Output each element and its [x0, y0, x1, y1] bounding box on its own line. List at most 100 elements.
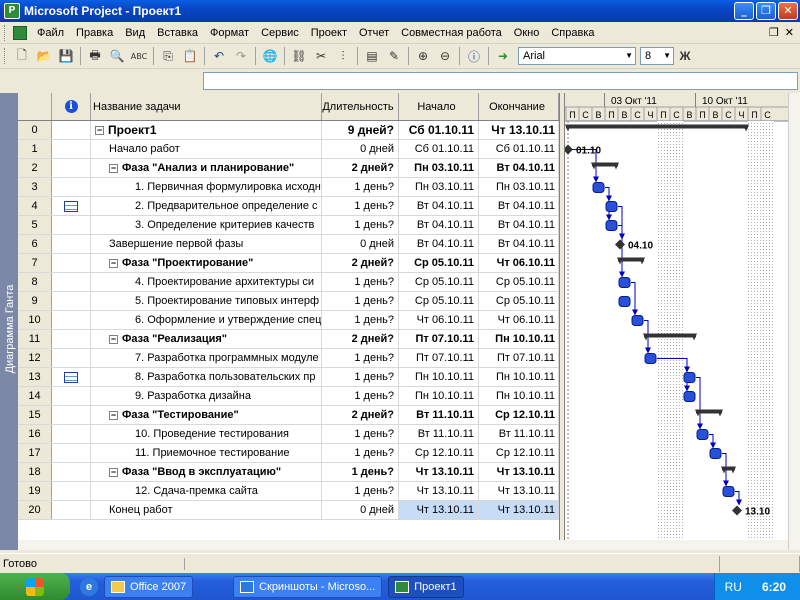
start-cell[interactable]: Пн 03.10.11: [399, 159, 479, 177]
table-row[interactable]: 17 11. Приемочное тестирование 1 день? Ср 1…: [18, 444, 559, 463]
print-preview-icon[interactable]: 🔍: [106, 45, 128, 67]
duration-cell[interactable]: 2 дней?: [322, 159, 399, 177]
start-cell[interactable]: Чт 13.10.11: [399, 501, 479, 519]
taskbar-button-screenshots[interactable]: Скриншоты - Microso...: [233, 575, 383, 598]
indicator-cell[interactable]: [52, 273, 91, 291]
task-bar[interactable]: [722, 486, 735, 497]
indicator-cell[interactable]: [52, 368, 91, 386]
finish-cell[interactable]: Ср 05.10.11: [479, 292, 559, 310]
collapse-toggle[interactable]: −: [109, 163, 118, 173]
menu-tools[interactable]: Сервис: [255, 25, 305, 41]
indicator-cell[interactable]: [52, 463, 91, 481]
start-cell[interactable]: Пт 07.10.11: [399, 349, 479, 367]
row-id[interactable]: 13: [18, 368, 52, 386]
header-start[interactable]: Начало: [399, 93, 479, 120]
indicator-cell[interactable]: [52, 159, 91, 177]
duration-cell[interactable]: 2 дней?: [322, 406, 399, 424]
task-name-cell[interactable]: − Проект1: [91, 121, 322, 139]
menu-edit[interactable]: Правка: [70, 25, 119, 41]
duration-cell[interactable]: 1 день?: [322, 216, 399, 234]
restore-button[interactable]: ❐: [756, 2, 776, 20]
finish-cell[interactable]: Чт 13.10.11: [479, 463, 559, 481]
row-id[interactable]: 16: [18, 425, 52, 443]
indicator-cell[interactable]: [52, 140, 91, 158]
table-row[interactable]: 4 2. Предварительное определение с 1 день?…: [18, 197, 559, 216]
header-duration[interactable]: Длительность: [322, 93, 399, 120]
finish-cell[interactable]: Чт 06.10.11: [479, 254, 559, 272]
finish-cell[interactable]: Вт 04.10.11: [479, 235, 559, 253]
row-id[interactable]: 1: [18, 140, 52, 158]
task-bar[interactable]: [618, 296, 631, 307]
task-bar[interactable]: [683, 372, 696, 383]
collapse-toggle[interactable]: −: [109, 258, 118, 268]
duration-cell[interactable]: 1 день?: [322, 349, 399, 367]
table-row[interactable]: 2− Фаза "Анализ и планирование" 2 дней? Пн …: [18, 159, 559, 178]
open-icon[interactable]: 📂: [33, 45, 55, 67]
indicator-cell[interactable]: [52, 387, 91, 405]
finish-cell[interactable]: Чт 13.10.11: [479, 482, 559, 500]
row-id[interactable]: 7: [18, 254, 52, 272]
menu-help[interactable]: Справка: [545, 25, 600, 41]
indicator-cell[interactable]: [52, 444, 91, 462]
notes-icon[interactable]: [64, 200, 78, 212]
start-cell[interactable]: Ср 05.10.11: [399, 254, 479, 272]
start-cell[interactable]: Вт 04.10.11: [399, 197, 479, 215]
table-row[interactable]: 13 8. Разработка пользовательских пр 1 ден…: [18, 368, 559, 387]
table-row[interactable]: 5 3. Определение критериев качеств 1 день?…: [18, 216, 559, 235]
table-row[interactable]: 15− Фаза "Тестирование" 2 дней? Вт 11.10.11…: [18, 406, 559, 425]
row-id[interactable]: 3: [18, 178, 52, 196]
task-bar[interactable]: [592, 182, 605, 193]
view-bar[interactable]: Диаграмма Ганта: [0, 93, 18, 550]
table-row[interactable]: 12 7. Разработка программных модуле 1 день…: [18, 349, 559, 368]
row-id[interactable]: 15: [18, 406, 52, 424]
collapse-toggle[interactable]: −: [95, 126, 104, 136]
task-name-cell[interactable]: 12. Сдача-премка сайта: [91, 482, 322, 500]
task-name-cell[interactable]: − Фаза "Проектирование": [91, 254, 322, 272]
menu-report[interactable]: Отчет: [353, 25, 395, 41]
finish-cell[interactable]: Ср 12.10.11: [479, 406, 559, 424]
row-id[interactable]: 20: [18, 501, 52, 519]
table-row[interactable]: 16 10. Проведение тестирования 1 день? Вт 1…: [18, 425, 559, 444]
finish-cell[interactable]: Ср 12.10.11: [479, 444, 559, 462]
duration-cell[interactable]: 1 день?: [322, 292, 399, 310]
entry-field[interactable]: [203, 72, 798, 90]
row-id[interactable]: 19: [18, 482, 52, 500]
indicator-cell[interactable]: [52, 501, 91, 519]
start-cell[interactable]: Пн 10.10.11: [399, 387, 479, 405]
language-indicator[interactable]: RU: [725, 580, 742, 594]
header-select-all[interactable]: [18, 93, 52, 120]
row-id[interactable]: 6: [18, 235, 52, 253]
duration-cell[interactable]: 1 день?: [322, 444, 399, 462]
start-cell[interactable]: Ср 12.10.11: [399, 444, 479, 462]
row-id[interactable]: 2: [18, 159, 52, 177]
finish-cell[interactable]: Вт 11.10.11: [479, 425, 559, 443]
start-cell[interactable]: Сб 01.10.11: [399, 140, 479, 158]
row-id[interactable]: 17: [18, 444, 52, 462]
table-row[interactable]: 10 6. Оформление и утверждение спец 1 день…: [18, 311, 559, 330]
start-button[interactable]: [0, 573, 70, 600]
table-row[interactable]: 8 4. Проектирование архитектуры си 1 день?…: [18, 273, 559, 292]
table-row[interactable]: 14 9. Разработка дизайна 1 день? Пн 10.10.1…: [18, 387, 559, 406]
task-bar[interactable]: [696, 429, 709, 440]
finish-cell[interactable]: Чт 06.10.11: [479, 311, 559, 329]
notes-icon[interactable]: ✎: [383, 45, 405, 67]
indicator-cell[interactable]: [52, 311, 91, 329]
task-name-cell[interactable]: − Фаза "Ввод в эксплуатацию": [91, 463, 322, 481]
duration-cell[interactable]: 2 дней?: [322, 330, 399, 348]
table-row[interactable]: 7− Фаза "Проектирование" 2 дней? Ср 05.10.1…: [18, 254, 559, 273]
finish-cell[interactable]: Пт 07.10.11: [479, 349, 559, 367]
duration-cell[interactable]: 1 день?: [322, 178, 399, 196]
header-finish[interactable]: Окончание: [479, 93, 559, 120]
duration-cell[interactable]: 1 день?: [322, 463, 399, 481]
summary-bar[interactable]: [566, 124, 748, 129]
task-info-icon[interactable]: ▤: [361, 45, 383, 67]
start-cell[interactable]: Ср 05.10.11: [399, 292, 479, 310]
redo-icon[interactable]: ↷: [230, 45, 252, 67]
table-row[interactable]: 9 5. Проектирование типовых интерф 1 день?…: [18, 292, 559, 311]
start-cell[interactable]: Сб 01.10.11: [399, 121, 479, 139]
task-bar[interactable]: [605, 220, 618, 231]
font-name-select[interactable]: Arial ▼: [518, 47, 636, 65]
task-bar[interactable]: [631, 315, 644, 326]
indicator-cell[interactable]: [52, 292, 91, 310]
notes-icon[interactable]: [64, 371, 78, 383]
